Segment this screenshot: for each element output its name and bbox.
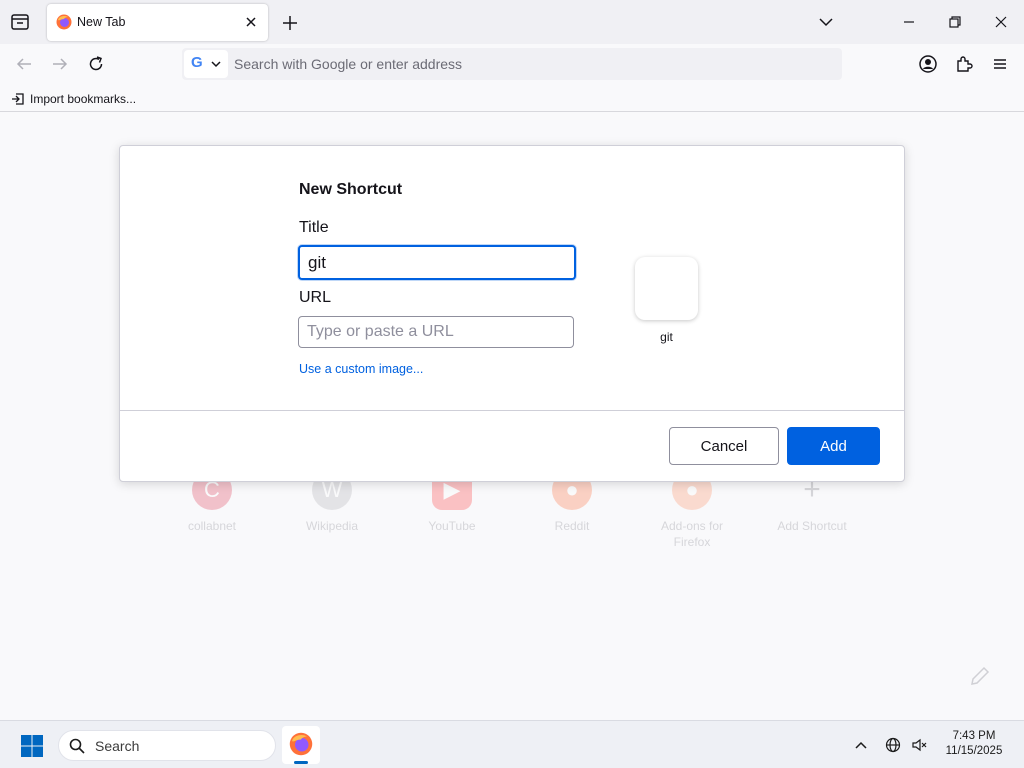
bookmarks-toolbar: Import bookmarks... [0, 84, 1024, 112]
top-site-label: Add Shortcut [777, 519, 847, 533]
reload-icon[interactable] [86, 54, 106, 74]
tab-strip: New Tab [0, 0, 1024, 44]
new-tab-plus-icon[interactable] [280, 13, 300, 33]
globe-network-icon[interactable] [885, 737, 901, 753]
title-input[interactable] [298, 245, 576, 280]
title-field-label: Title [299, 219, 329, 236]
back-arrow-icon[interactable] [14, 54, 34, 74]
use-custom-image-link[interactable]: Use a custom image... [299, 362, 423, 376]
chevron-up-icon[interactable] [853, 737, 869, 753]
taskbar-search-box[interactable]: Search [58, 730, 276, 761]
clock-time: 7:43 PM [952, 730, 996, 742]
account-icon[interactable] [918, 54, 938, 74]
shortcut-preview-tile [635, 257, 698, 320]
restore-icon[interactable] [944, 12, 966, 32]
import-bookmarks-button[interactable]: Import bookmarks... [10, 90, 136, 108]
search-icon [69, 738, 85, 754]
system-clock[interactable]: 7:43 PM 11/15/2025 [936, 729, 1012, 759]
firefox-view-icon[interactable] [8, 11, 32, 33]
dialog-title: New Shortcut [299, 181, 403, 198]
active-app-indicator [294, 761, 308, 764]
volume-muted-icon[interactable] [911, 737, 927, 753]
add-button[interactable]: Add [787, 427, 880, 465]
top-site-label: Wikipedia [305, 519, 359, 533]
chevron-down-icon [211, 61, 221, 68]
close-window-icon[interactable] [990, 12, 1012, 32]
shortcut-preview-label: git [660, 330, 673, 344]
new-shortcut-dialog: New Shortcut Title URL Use a custom imag… [119, 145, 905, 482]
top-site-label: Add-ons for Firefox [660, 519, 724, 549]
extensions-puzzle-icon[interactable] [954, 54, 974, 74]
firefox-logo-icon [289, 732, 313, 756]
tab-label: New Tab [77, 15, 126, 29]
top-site-label: YouTube [428, 519, 476, 533]
windows-start-icon[interactable] [20, 734, 44, 758]
url-input[interactable] [234, 54, 824, 74]
taskbar-search-label: Search [95, 738, 140, 754]
import-icon [12, 93, 24, 105]
top-site-label: collabnet [187, 519, 237, 533]
navigation-toolbar: G [0, 44, 1024, 84]
search-engine-selector[interactable]: G [184, 50, 228, 78]
top-site-addons[interactable]: ● Add-ons for Firefox [647, 470, 737, 550]
clock-date: 11/15/2025 [945, 745, 1003, 757]
pencil-icon[interactable] [968, 664, 992, 688]
firefox-logo-icon [56, 14, 72, 30]
menu-hamburger-icon[interactable] [990, 54, 1010, 74]
minimize-icon[interactable] [898, 12, 920, 32]
shortcut-url-input[interactable] [298, 316, 574, 348]
close-tab-icon[interactable] [243, 14, 259, 30]
url-field-label: URL [299, 289, 332, 306]
address-bar[interactable]: G [182, 48, 842, 80]
top-sites: C collabnet W Wikipedia ▶ YouTube ● Redd… [0, 470, 1024, 570]
forward-arrow-icon[interactable] [50, 54, 70, 74]
list-all-tabs-chevron-icon[interactable] [815, 12, 837, 32]
windows-taskbar: Search 7:43 PM 11/15/2025 [0, 720, 1024, 768]
google-g-icon: G [191, 54, 203, 71]
import-bookmarks-label: Import bookmarks... [30, 92, 137, 106]
dialog-divider [120, 410, 904, 411]
taskbar-firefox-button[interactable] [282, 726, 320, 764]
cancel-button[interactable]: Cancel [669, 427, 779, 465]
top-site-label: Reddit [554, 519, 590, 533]
tab-new-tab[interactable]: New Tab [47, 4, 268, 41]
